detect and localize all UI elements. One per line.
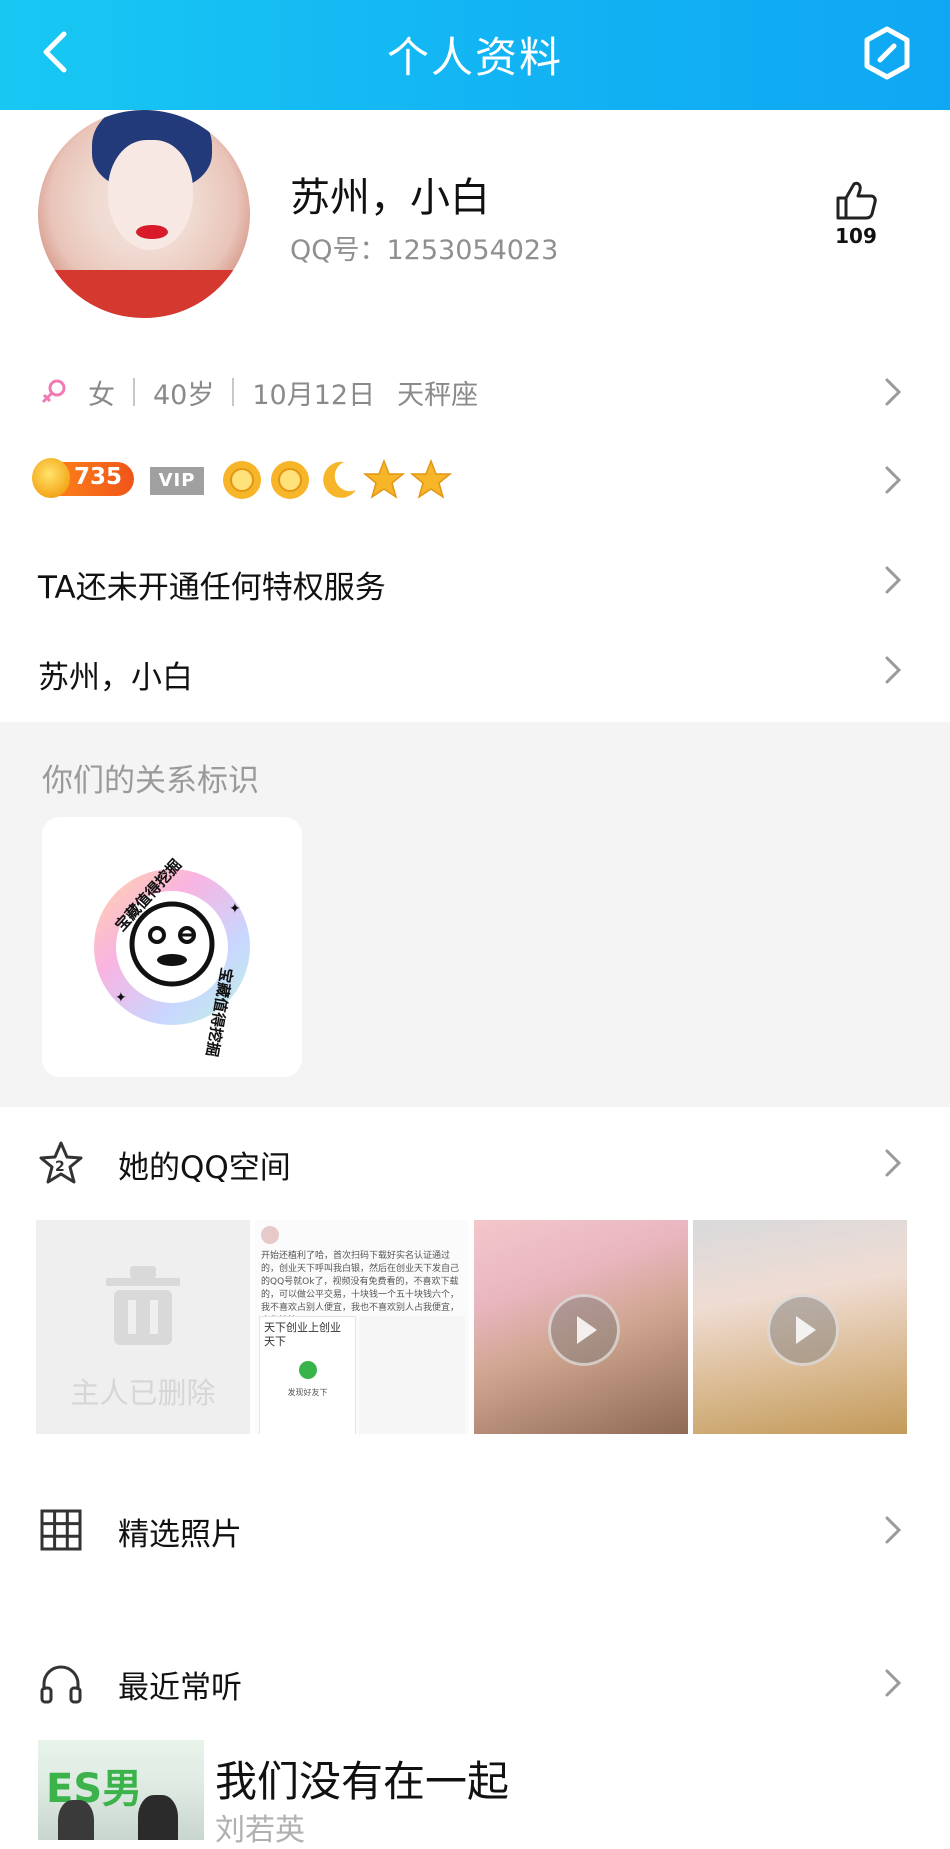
qzone-thumb-deleted[interactable]: 主人已删除 <box>36 1220 250 1434</box>
divider <box>232 378 235 406</box>
female-icon <box>41 379 66 404</box>
level-badge[interactable]: 735 <box>32 458 134 498</box>
star-icon <box>409 458 453 499</box>
svg-text:✦: ✦ <box>229 901 241 917</box>
signature-row[interactable]: 苏州，小白 <box>38 652 193 697</box>
grid-icon <box>40 1509 82 1551</box>
music-label[interactable]: 最近常听 <box>118 1662 242 1707</box>
photos-label[interactable]: 精选照片 <box>118 1509 242 1554</box>
avatar[interactable] <box>38 110 250 318</box>
edit-hexagon-icon <box>864 26 910 80</box>
qzone-thumb-video[interactable] <box>474 1220 688 1434</box>
chevron-right-icon <box>885 466 902 494</box>
divider <box>133 378 135 406</box>
qzone-label[interactable]: 她的QQ空间 <box>118 1142 291 1187</box>
basic-info-row[interactable]: 女 40岁 10月12日 天秤座 <box>38 374 479 411</box>
chevron-right-icon <box>885 1516 902 1544</box>
headphones-icon <box>40 1665 82 1704</box>
post-card-title: 天下创业上创业天下 <box>264 1321 341 1348</box>
chevron-right-icon <box>885 378 902 406</box>
coin-icon <box>32 458 70 498</box>
svg-text:✦: ✦ <box>115 990 127 1006</box>
song-title[interactable]: 我们没有在一起 <box>215 1748 509 1809</box>
album-cover[interactable]: ES男 <box>38 1740 204 1840</box>
sun-icon <box>223 461 261 499</box>
qzone-thumb-video[interactable] <box>693 1220 907 1434</box>
relation-title: 你们的关系标识 <box>42 763 259 799</box>
play-icon <box>548 1294 620 1366</box>
edit-profile-button[interactable] <box>862 25 912 81</box>
qq-number: QQ号：1253054023 <box>290 235 559 266</box>
like-count: 109 <box>835 224 877 248</box>
gender-text: 女 <box>88 379 115 411</box>
post-card-action: 发现好友下 <box>287 1388 328 1397</box>
age-text: 40岁 <box>153 379 215 411</box>
treasure-badge-icon: 宝藏值得挖掘 宝藏值得挖掘 ✦ ✦ <box>94 856 250 1058</box>
chevron-right-icon <box>885 1669 902 1697</box>
profile-name: 苏州，小白 <box>290 175 490 221</box>
sun-icon <box>271 461 309 499</box>
star-icon <box>362 458 406 499</box>
qzone-star-icon: 2 <box>39 1141 83 1184</box>
deleted-text: 主人已删除 <box>70 1376 216 1410</box>
chevron-right-icon <box>885 656 902 684</box>
qzone-thumb-post[interactable]: 开始还植利了哈，首次扫码下载好实名认证通过的，创业天下呼叫我白银，然后在创业天下… <box>255 1220 469 1434</box>
level-value: 735 <box>74 464 123 490</box>
chevron-right-icon <box>885 566 902 594</box>
zodiac-text: 天秤座 <box>397 379 479 411</box>
privilege-row[interactable]: TA还未开通任何特权服务 <box>38 562 386 607</box>
trash-icon <box>106 1266 180 1345</box>
song-artist: 刘若英 <box>215 1813 305 1848</box>
play-icon <box>767 1294 839 1366</box>
vip-badge: VIP <box>150 467 204 495</box>
svg-text:2: 2 <box>55 1159 65 1175</box>
page-title: 个人资料 <box>386 33 563 82</box>
album-logo: ES男 <box>46 1766 143 1812</box>
header-bar: 个人资料 <box>0 0 950 110</box>
relation-badge-card[interactable]: 宝藏值得挖掘 宝藏值得挖掘 ✦ ✦ <box>42 817 302 1077</box>
moon-icon <box>323 461 356 498</box>
like-button[interactable] <box>834 178 878 222</box>
thumbs-up-icon <box>836 181 877 220</box>
chevron-right-icon <box>885 1149 902 1177</box>
birthday-text: 10月12日 <box>252 379 376 411</box>
